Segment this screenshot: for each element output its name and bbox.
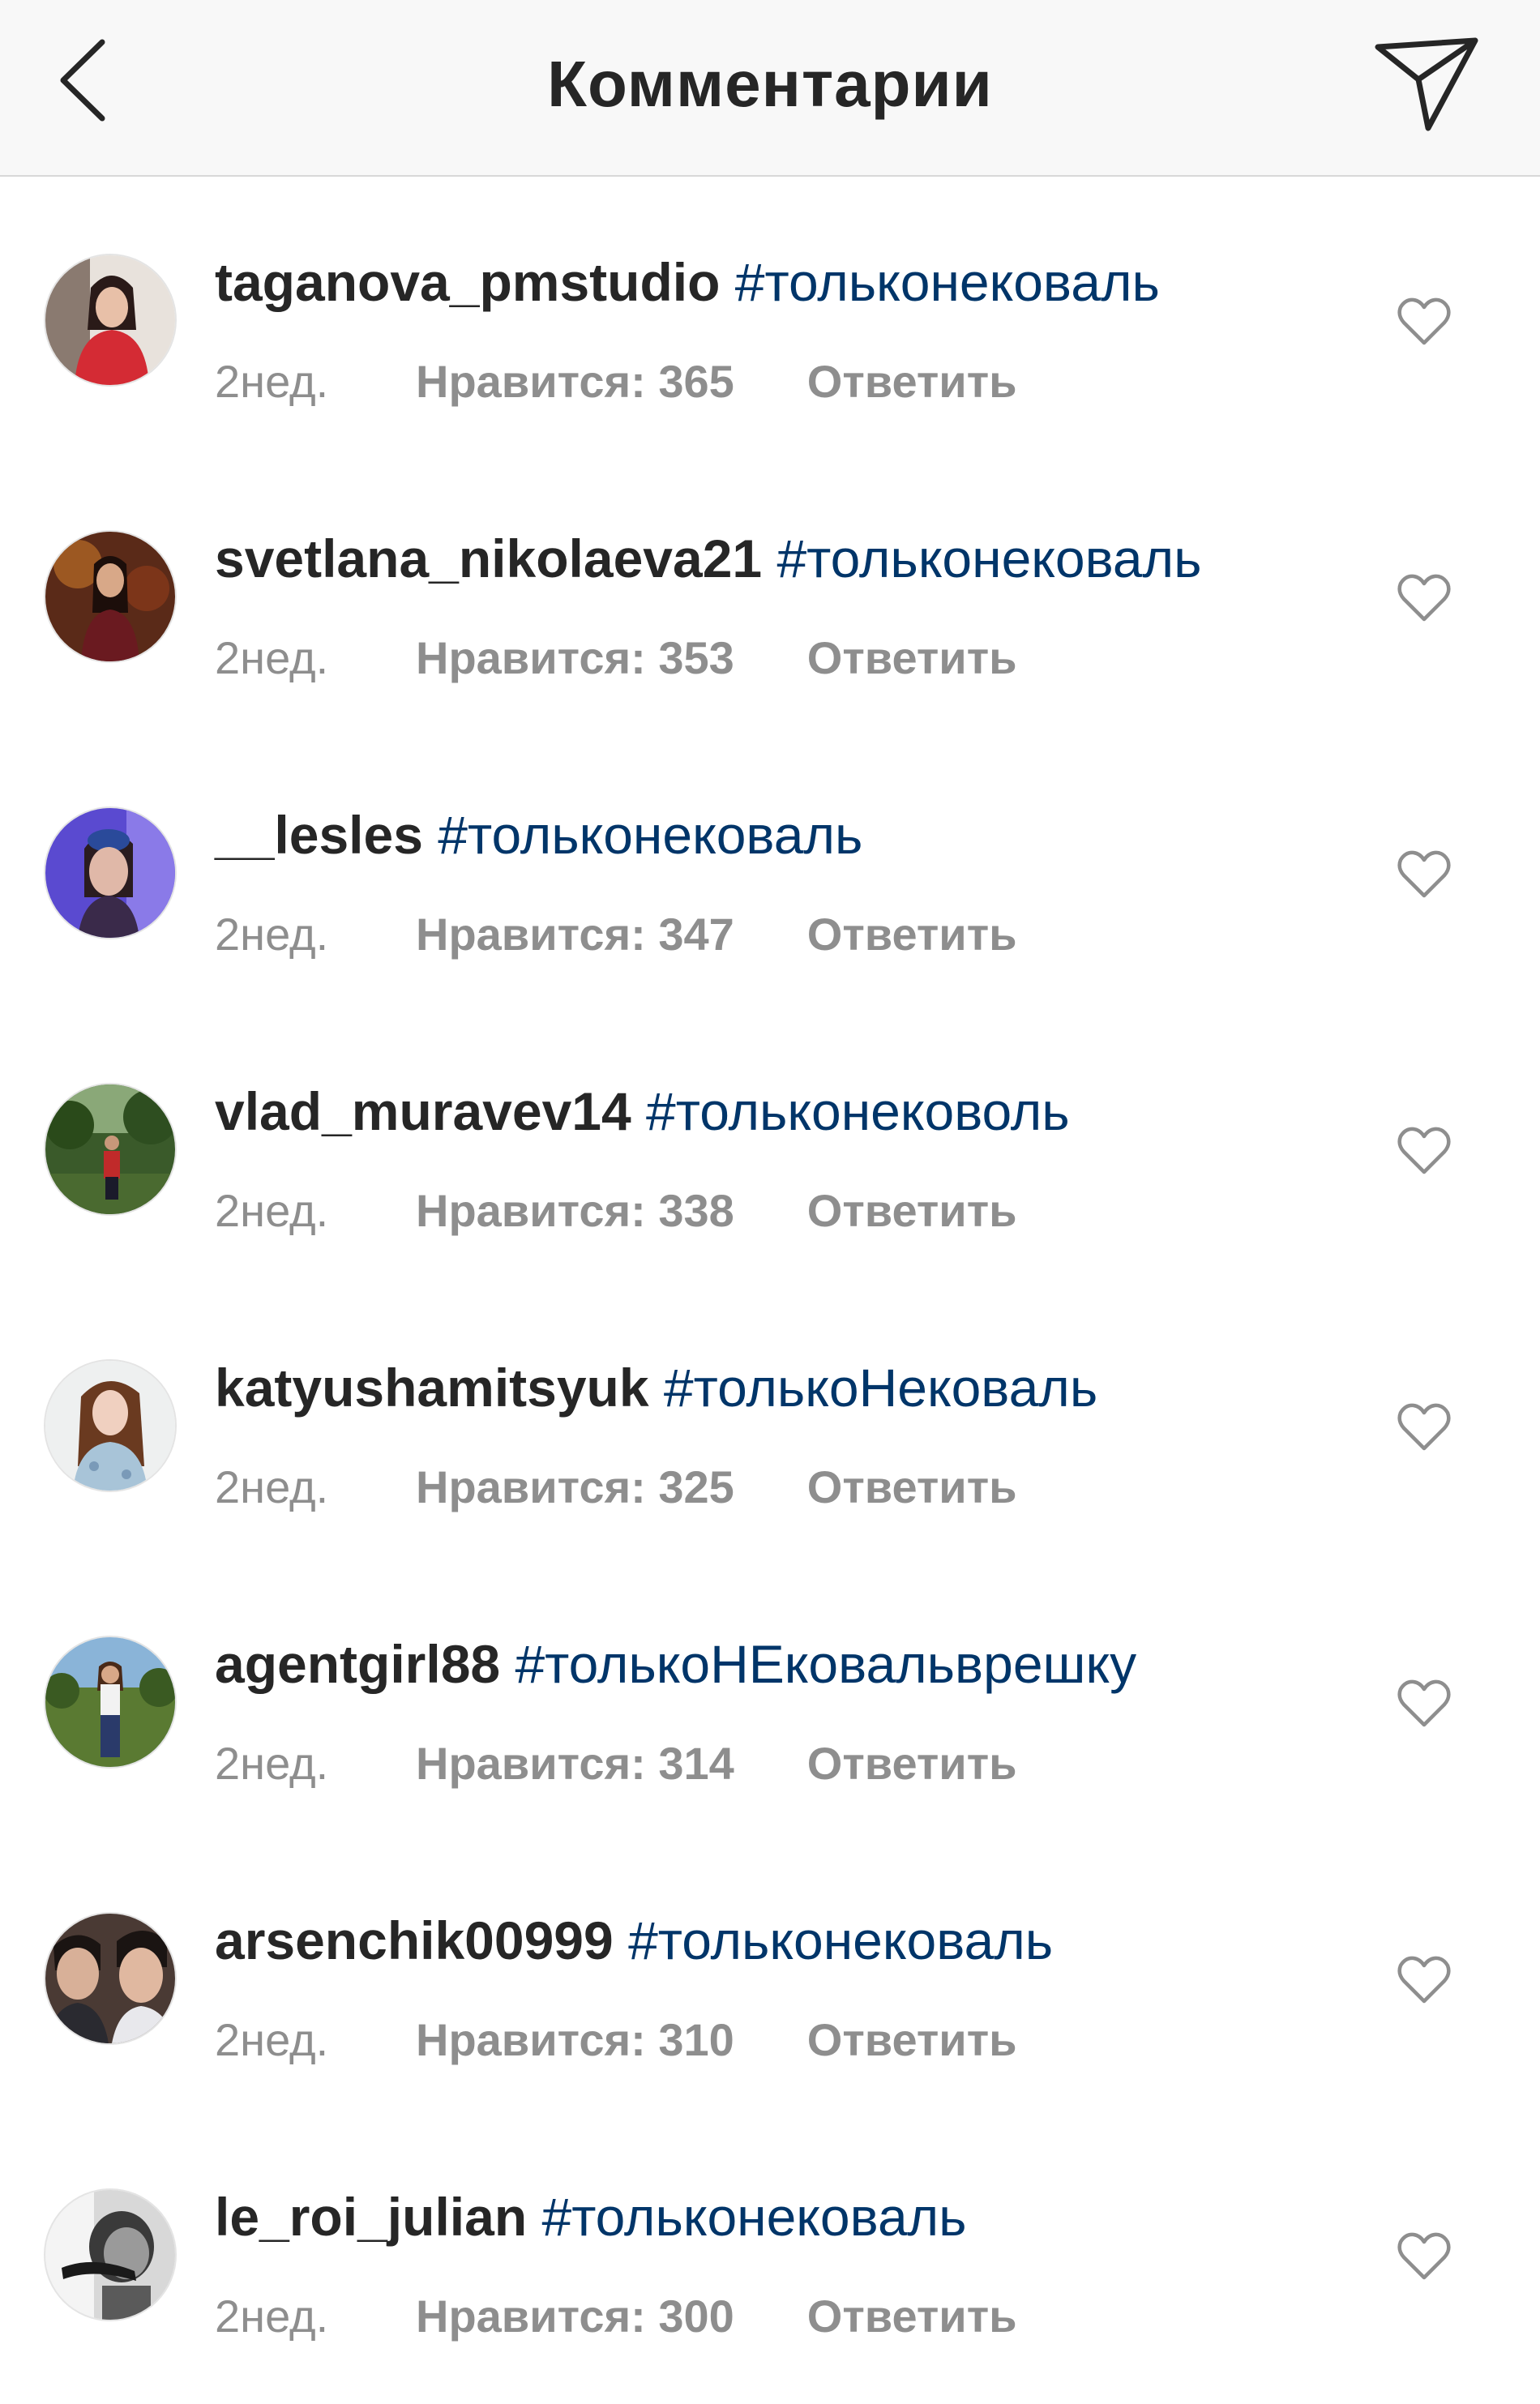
like-heart-icon[interactable] bbox=[1396, 572, 1452, 624]
comment-row: katyushamitsyuk #толькоНековаль 2нед. Нра… bbox=[0, 1282, 1540, 1559]
like-heart-icon[interactable] bbox=[1396, 1125, 1452, 1177]
like-heart-icon[interactable] bbox=[1396, 1678, 1452, 1730]
reply-button[interactable]: Ответить bbox=[807, 632, 1017, 683]
avatar[interactable] bbox=[45, 255, 175, 385]
comment-row: __lesles #тольконековаль 2нед. Нравится: … bbox=[0, 729, 1540, 1006]
comment-likes[interactable]: Нравится: 325 bbox=[416, 1461, 734, 1513]
like-heart-icon[interactable] bbox=[1396, 1954, 1452, 2006]
comment-row: le_roi_julian #тольконековаль 2нед. Нрави… bbox=[0, 2111, 1540, 2388]
comment-row: agentgirl88 #толькоНЕковальврешку 2нед. Н… bbox=[0, 1559, 1540, 1835]
comment-text: katyushamitsyuk #толькоНековаль bbox=[215, 1357, 1097, 1418]
comment-row: arsenchik00999 #тольконековаль 2нед. Нрав… bbox=[0, 1835, 1540, 2111]
comment-username[interactable]: vlad_muravev14 bbox=[215, 1081, 631, 1141]
like-heart-icon[interactable] bbox=[1396, 296, 1452, 348]
reply-button[interactable]: Ответить bbox=[807, 909, 1017, 960]
comment-hashtag[interactable]: #тольконековаль bbox=[628, 1910, 1053, 1970]
comment-likes[interactable]: Нравится: 353 bbox=[416, 631, 734, 684]
avatar[interactable] bbox=[45, 1084, 175, 1214]
like-heart-icon[interactable] bbox=[1396, 849, 1452, 900]
comment-list: taganova_pmstudio #тольконековаль 2нед. Н… bbox=[0, 177, 1540, 2388]
avatar[interactable] bbox=[45, 808, 175, 938]
avatar[interactable] bbox=[45, 1914, 175, 2043]
comment-hashtag[interactable]: #толькоНековаль bbox=[664, 1358, 1097, 1418]
avatar[interactable] bbox=[45, 1637, 175, 1767]
comment-username[interactable]: taganova_pmstudio bbox=[215, 252, 720, 312]
comment-text: arsenchik00999 #тольконековаль bbox=[215, 1910, 1053, 1971]
comment-likes[interactable]: Нравится: 314 bbox=[416, 1737, 734, 1790]
comment-meta: 2нед. Нравится: 300 Ответить bbox=[215, 2290, 1017, 2342]
comment-username[interactable]: __lesles bbox=[215, 805, 423, 865]
avatar[interactable] bbox=[45, 1361, 175, 1491]
comment-text: taganova_pmstudio #тольконековаль bbox=[215, 251, 1160, 313]
comment-likes[interactable]: Нравится: 338 bbox=[416, 1184, 734, 1237]
comment-text: __lesles #тольконековаль bbox=[215, 804, 862, 866]
comment-hashtag[interactable]: #тольконековоль bbox=[646, 1081, 1070, 1141]
like-heart-icon[interactable] bbox=[1396, 1401, 1452, 1453]
comment-likes[interactable]: Нравится: 310 bbox=[416, 2013, 734, 2066]
comment-meta: 2нед. Нравится: 365 Ответить bbox=[215, 355, 1017, 408]
like-heart-icon[interactable] bbox=[1396, 2231, 1452, 2282]
comment-meta: 2нед. Нравится: 347 Ответить bbox=[215, 908, 1017, 960]
comment-username[interactable]: le_roi_julian bbox=[215, 2187, 527, 2247]
page-title: Комментарии bbox=[547, 48, 993, 120]
comment-text: le_roi_julian #тольконековаль bbox=[215, 2186, 967, 2248]
reply-button[interactable]: Ответить bbox=[807, 1738, 1017, 1789]
reply-button[interactable]: Ответить bbox=[807, 1185, 1017, 1236]
reply-button[interactable]: Ответить bbox=[807, 2014, 1017, 2065]
avatar[interactable] bbox=[45, 2190, 175, 2320]
comment-row: svetlana_nikolaeva21 #тольконековаль 2не… bbox=[0, 453, 1540, 729]
comment-text: agentgirl88 #толькоНЕковальврешку bbox=[215, 1633, 1136, 1695]
reply-button[interactable]: Ответить bbox=[807, 1461, 1017, 1512]
header-bar: Комментарии bbox=[0, 0, 1540, 177]
comment-time: 2нед. bbox=[215, 2291, 329, 2342]
comment-meta: 2нед. Нравится: 353 Ответить bbox=[215, 631, 1017, 684]
comment-time: 2нед. bbox=[215, 356, 329, 407]
avatar[interactable] bbox=[45, 532, 175, 661]
comment-row: vlad_muravev14 #тольконековоль 2нед. Нрав… bbox=[0, 1006, 1540, 1282]
comment-username[interactable]: agentgirl88 bbox=[215, 1634, 500, 1694]
comment-text: svetlana_nikolaeva21 #тольконековаль bbox=[215, 528, 1202, 589]
comment-time: 2нед. bbox=[215, 2014, 329, 2065]
comment-hashtag[interactable]: #тольконековаль bbox=[541, 2187, 966, 2247]
comment-username[interactable]: arsenchik00999 bbox=[215, 1910, 614, 1970]
comment-time: 2нед. bbox=[215, 1738, 329, 1789]
comment-hashtag[interactable]: #тольконековаль bbox=[776, 528, 1201, 588]
comment-time: 2нед. bbox=[215, 1185, 329, 1236]
comment-text: vlad_muravev14 #тольконековоль bbox=[215, 1080, 1070, 1142]
comment-likes[interactable]: Нравится: 365 bbox=[416, 355, 734, 408]
comment-hashtag[interactable]: #тольконековаль bbox=[438, 805, 862, 865]
comment-row: taganova_pmstudio #тольконековаль 2нед. Н… bbox=[0, 177, 1540, 453]
send-icon[interactable] bbox=[1370, 32, 1483, 134]
comment-meta: 2нед. Нравится: 310 Ответить bbox=[215, 2013, 1017, 2066]
comment-username[interactable]: katyushamitsyuk bbox=[215, 1358, 649, 1418]
comment-time: 2нед. bbox=[215, 632, 329, 683]
comment-hashtag[interactable]: #толькоНЕковальврешку bbox=[515, 1634, 1136, 1694]
reply-button[interactable]: Ответить bbox=[807, 356, 1017, 407]
comment-meta: 2нед. Нравится: 314 Ответить bbox=[215, 1737, 1017, 1790]
comment-meta: 2нед. Нравится: 338 Ответить bbox=[215, 1184, 1017, 1237]
comment-time: 2нед. bbox=[215, 909, 329, 960]
comment-time: 2нед. bbox=[215, 1461, 329, 1512]
reply-button[interactable]: Ответить bbox=[807, 2291, 1017, 2342]
comment-username[interactable]: svetlana_nikolaeva21 bbox=[215, 528, 762, 588]
comment-meta: 2нед. Нравится: 325 Ответить bbox=[215, 1461, 1017, 1513]
comment-likes[interactable]: Нравится: 300 bbox=[416, 2290, 734, 2342]
comment-hashtag[interactable]: #тольконековаль bbox=[735, 252, 1160, 312]
comment-likes[interactable]: Нравится: 347 bbox=[416, 908, 734, 960]
